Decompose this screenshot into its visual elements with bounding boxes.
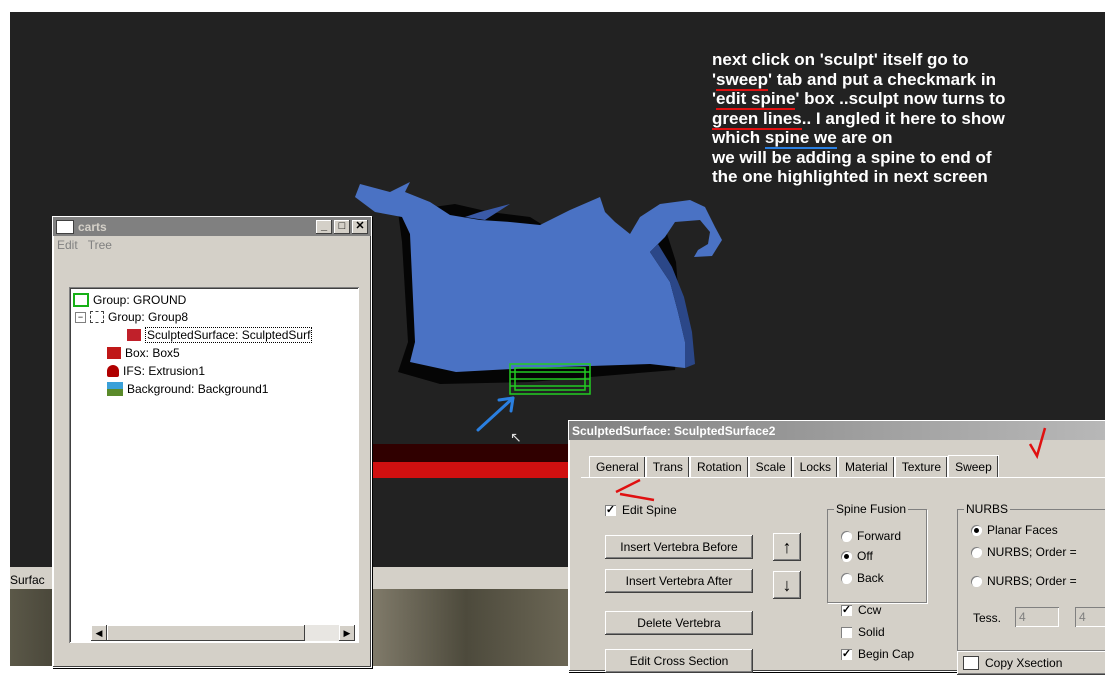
tab-texture[interactable]: Texture bbox=[894, 456, 949, 477]
tree-item-background[interactable]: Background: Background1 bbox=[107, 381, 268, 397]
radio-circle bbox=[971, 546, 982, 558]
tab-rotation[interactable]: Rotation bbox=[689, 456, 749, 477]
tab-trans[interactable]: Trans bbox=[645, 456, 690, 477]
insert-vertebra-after-button[interactable]: Insert Vertebra After bbox=[605, 569, 753, 593]
cursor-icon: ↖ bbox=[510, 430, 522, 446]
move-up-button[interactable]: ↑ bbox=[773, 533, 801, 561]
tree-hscrollbar[interactable]: ◀ ▶ bbox=[91, 625, 355, 641]
tree-item-box[interactable]: Box: Box5 bbox=[107, 345, 180, 361]
radio-off[interactable]: Off bbox=[841, 549, 873, 563]
scroll-right-button[interactable]: ▶ bbox=[339, 625, 355, 641]
minimize-button[interactable]: _ bbox=[316, 219, 332, 234]
annotation-line: the one highlighted in next screen bbox=[712, 167, 1102, 187]
annotation-text: next click on 'sculpt' itself go to bbox=[712, 50, 969, 69]
tess-label: Tess. bbox=[973, 611, 1002, 625]
scene-tree[interactable]: Group: GROUND − Group: Group8 SculptedSu… bbox=[69, 287, 359, 643]
annotation-highlight: green lines bbox=[712, 108, 802, 130]
radio-circle-selected bbox=[971, 524, 982, 536]
copy-icon bbox=[963, 656, 979, 670]
delete-vertebra-button[interactable]: Delete Vertebra bbox=[605, 611, 753, 635]
group-icon bbox=[90, 311, 104, 323]
radio-forward[interactable]: Forward bbox=[841, 529, 901, 543]
annotation-line: next click on 'sculpt' itself go to bbox=[712, 50, 1102, 70]
tab-general[interactable]: General bbox=[589, 456, 646, 477]
tree-menubar: Edit Tree bbox=[53, 236, 371, 254]
radio-nurbs-order-1[interactable]: NURBS; Order = bbox=[971, 545, 1077, 559]
annotation-line: we will be adding a spine to end of bbox=[712, 148, 1102, 168]
menu-tree[interactable]: Tree bbox=[88, 238, 112, 252]
group-icon bbox=[73, 293, 89, 307]
tab-locks[interactable]: Locks bbox=[792, 456, 839, 477]
tree-item-group-ground[interactable]: Group: GROUND bbox=[73, 292, 186, 308]
box-icon bbox=[107, 347, 121, 359]
close-button[interactable]: ✕ bbox=[352, 219, 368, 234]
spine-fusion-legend: Spine Fusion bbox=[834, 502, 909, 516]
scroll-left-button[interactable]: ◀ bbox=[91, 625, 107, 641]
tree-item-ifs[interactable]: IFS: Extrusion1 bbox=[107, 363, 205, 379]
spine-wireframe bbox=[509, 363, 591, 395]
annotation-text: which bbox=[712, 128, 765, 147]
annotation-text: ' box ..sculpt now turns to bbox=[795, 89, 1006, 108]
tab-material[interactable]: Material bbox=[838, 456, 895, 477]
background-window-title: Surfac bbox=[10, 573, 45, 587]
annotation-text: ' tab and put a checkmark in bbox=[768, 69, 996, 89]
maximize-button[interactable]: □ bbox=[334, 219, 350, 234]
ifs-icon bbox=[107, 365, 119, 377]
move-down-button[interactable]: ↓ bbox=[773, 571, 801, 599]
collapse-icon: − bbox=[75, 311, 86, 323]
dialog-titlebar[interactable]: SculptedSurface: SculptedSurface2 bbox=[569, 421, 1105, 440]
edit-spine-checkbox[interactable]: ✓ Edit Spine bbox=[605, 503, 677, 517]
copy-xsection-button[interactable]: Copy Xsection bbox=[957, 651, 1105, 675]
annotation-highlight: sweep bbox=[716, 69, 769, 91]
radio-circle bbox=[841, 530, 852, 542]
sculpted-surface-dialog: SculptedSurface: SculptedSurface2 Genera… bbox=[568, 420, 1105, 675]
tree-window-titlebar[interactable]: carts _ □ ✕ bbox=[53, 217, 371, 236]
solid-checkbox[interactable]: Solid bbox=[841, 625, 885, 639]
sculpted-surface-icon bbox=[127, 329, 141, 341]
radio-circle bbox=[971, 575, 982, 587]
tree-window-title: carts bbox=[78, 219, 107, 234]
radio-circle-selected bbox=[841, 550, 852, 562]
scroll-thumb[interactable] bbox=[107, 625, 305, 641]
annotation-text: we will be adding a spine to end of bbox=[712, 147, 992, 167]
annotation-line: 'edit spine' box ..sculpt now turns to bbox=[712, 89, 1102, 110]
dialog-title: SculptedSurface: SculptedSurface2 bbox=[572, 423, 776, 438]
annotation-line: 'sweep' tab and put a checkmark in bbox=[712, 69, 1102, 91]
annotation-highlight: edit spine bbox=[716, 89, 796, 110]
background-icon bbox=[107, 382, 123, 396]
tab-sweep[interactable]: Sweep bbox=[948, 455, 999, 478]
tess-field-2[interactable]: 4 bbox=[1075, 607, 1105, 627]
annotation-text: .. I angled it here to show bbox=[801, 108, 1005, 128]
tree-window: carts _ □ ✕ Edit Tree Group: GROUND − Gr… bbox=[52, 216, 372, 668]
annotation-text: the one highlighted in next screen bbox=[712, 167, 988, 186]
window-app-icon bbox=[56, 219, 74, 234]
begin-cap-check: ✓ bbox=[841, 647, 852, 660]
annotation-arrow bbox=[476, 396, 515, 432]
radio-back[interactable]: Back bbox=[841, 571, 884, 585]
ccw-checkbox[interactable]: ✓ Ccw bbox=[841, 603, 881, 617]
solid-check bbox=[841, 626, 852, 638]
insert-vertebra-before-button[interactable]: Insert Vertebra Before bbox=[605, 535, 753, 559]
ccw-check: ✓ bbox=[841, 603, 852, 616]
radio-circle bbox=[841, 572, 852, 584]
radio-planar-faces[interactable]: Planar Faces bbox=[971, 523, 1058, 537]
menu-edit[interactable]: Edit bbox=[57, 238, 78, 252]
tab-scale[interactable]: Scale bbox=[748, 456, 793, 477]
edit-spine-check: ✓ bbox=[605, 503, 616, 516]
nurbs-legend: NURBS bbox=[964, 502, 1011, 516]
annotation-line: which spine we are on bbox=[712, 128, 1102, 149]
dialog-tabs: General Trans Rotation Scale Locks Mater… bbox=[589, 455, 999, 478]
tess-field-1[interactable]: 4 bbox=[1015, 607, 1059, 627]
annotation-text: are on bbox=[836, 128, 893, 147]
radio-nurbs-order-2[interactable]: NURBS; Order = bbox=[971, 574, 1077, 588]
begin-cap-checkbox[interactable]: ✓ Begin Cap bbox=[841, 647, 914, 661]
edit-cross-section-button[interactable]: Edit Cross Section bbox=[605, 649, 753, 673]
tree-item-sculpted-surface[interactable]: SculptedSurface: SculptedSurf bbox=[127, 327, 313, 343]
annotation-highlight: spine we bbox=[764, 128, 837, 149]
tree-item-group8[interactable]: − Group: Group8 bbox=[75, 309, 188, 325]
annotation-line: green lines.. I angled it here to show bbox=[712, 108, 1102, 130]
instruction-annotation: next click on 'sculpt' itself go to'swee… bbox=[712, 50, 1102, 187]
